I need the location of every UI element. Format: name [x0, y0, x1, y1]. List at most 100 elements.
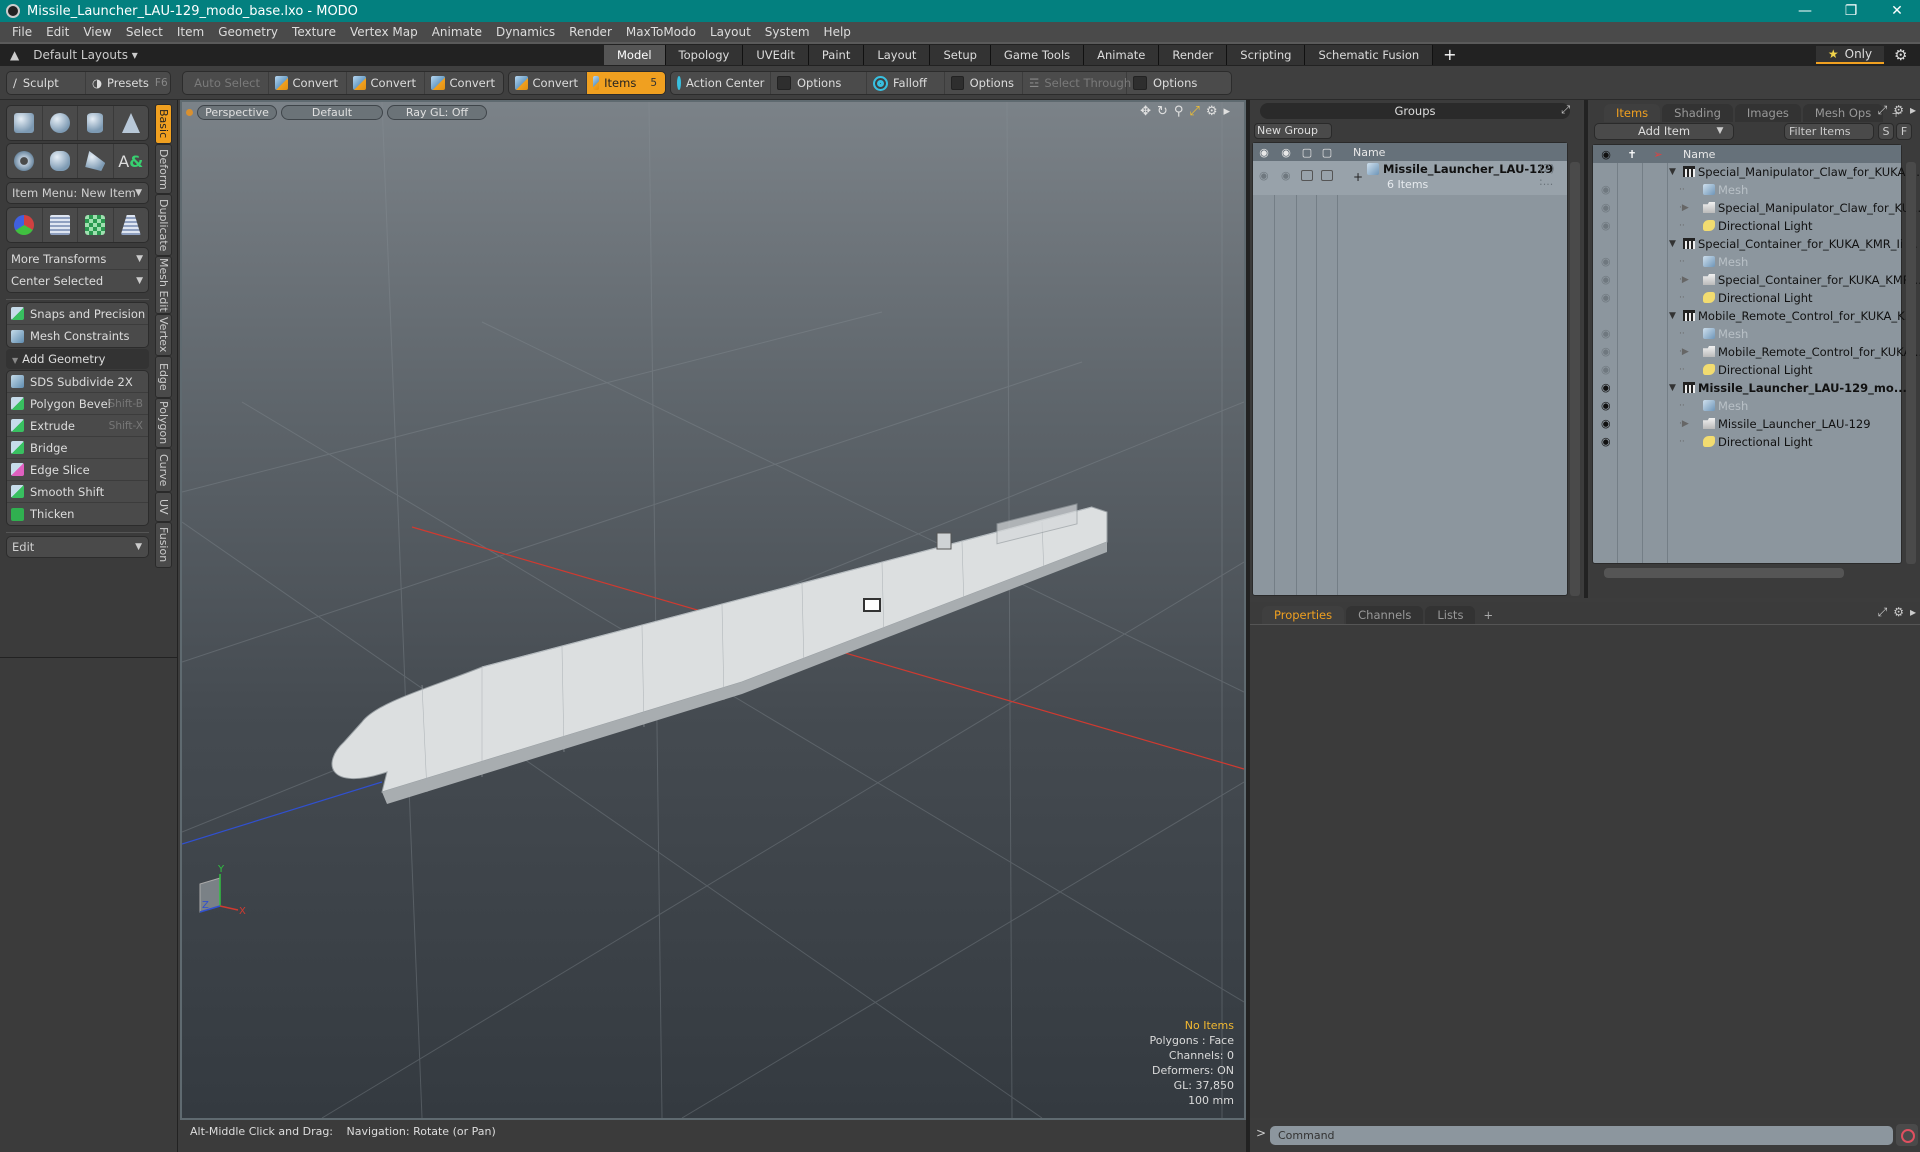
new-group-button[interactable]: New Group [1254, 123, 1332, 139]
visibility-eye-icon[interactable]: ◉ [1601, 433, 1611, 451]
fit-view-icon[interactable]: ⤢ [1189, 104, 1199, 119]
render-column-icon[interactable]: ◉ [1275, 146, 1297, 159]
minimize-button[interactable]: — [1782, 0, 1828, 22]
menu-render[interactable]: Render [569, 25, 612, 39]
visibility-eye-icon[interactable]: ◉ [1601, 343, 1611, 361]
menu-layout[interactable]: Layout [710, 25, 751, 39]
item-row[interactable]: ◉ ▼ Missile_Launcher_LAU-129_mo... [1593, 379, 1907, 397]
item-row[interactable]: ◉ ·· Mesh [1593, 325, 1901, 343]
record-macro-button[interactable] [1896, 1124, 1918, 1146]
panel-expand-icon[interactable]: ⤢ [1878, 605, 1888, 620]
item-row[interactable]: ◉ ·· Mesh [1593, 181, 1901, 199]
edge-slice-button[interactable]: Edge Slice [7, 459, 148, 481]
thicken-button[interactable]: Thicken [7, 503, 148, 525]
tab-lists[interactable]: Lists [1425, 606, 1476, 624]
more-transforms-dropdown[interactable]: More Transforms ▼ [7, 248, 148, 270]
panel-gear-icon[interactable]: ⚙ [1893, 103, 1904, 118]
panel-splitter[interactable] [1584, 100, 1588, 598]
uv-grid-button[interactable] [43, 208, 78, 242]
viewport-settings-gear-icon[interactable]: ⚙ [1206, 104, 1218, 119]
action-center-options-button[interactable]: Options [771, 72, 867, 94]
capsule-primitive-button[interactable] [43, 144, 78, 178]
menu-view[interactable]: View [83, 25, 111, 39]
only-toggle-button[interactable]: ★ Only [1816, 46, 1884, 64]
torus-primitive-button[interactable] [7, 144, 43, 178]
pen-tool-button[interactable] [78, 144, 114, 178]
item-row[interactable]: ▼ Mobile_Remote_Control_for_KUKA_K... [1593, 307, 1916, 325]
view-type-dropdown[interactable]: Perspective [197, 104, 277, 120]
group-row[interactable]: ◉ ◉ + Missile_Launcher_LAU-129 (2) :... … [1253, 161, 1567, 195]
item-row[interactable]: ◉ ·· Directional Light [1593, 433, 1901, 451]
rotate-icon[interactable]: ↻ [1157, 104, 1168, 119]
convert-edge-button[interactable]: Convert [347, 72, 425, 94]
vtab-basic[interactable]: Basic [155, 104, 172, 144]
cube-primitive-button[interactable] [7, 106, 43, 140]
collapsed-triangle-icon[interactable]: ·▶ [1679, 271, 1689, 289]
item-row[interactable]: ◉ ·· Mesh [1593, 397, 1901, 415]
sculpt-button[interactable]: ∕ Sculpt [7, 72, 86, 94]
item-row[interactable]: ◉ ·▶ Special_Manipulator_Claw_for_KU ... [1593, 199, 1920, 217]
action-center-button[interactable]: Action Center [671, 72, 771, 94]
layout-collapse-icon[interactable]: ▲ [10, 48, 19, 62]
vtab-mesh-edit[interactable]: Mesh Edit [155, 256, 172, 314]
sphere-primitive-button[interactable] [43, 106, 78, 140]
item-row[interactable]: ◉ ·· Directional Light [1593, 361, 1901, 379]
tab-mesh-ops[interactable]: Mesh Ops [1802, 104, 1884, 122]
item-row[interactable]: ▼ Special_Manipulator_Claw_for_KUKA ... [1593, 163, 1920, 181]
convert-polygon-button[interactable]: Convert [425, 72, 503, 94]
polygon-bevel-button[interactable]: Polygon Bevel Shift-B [7, 393, 148, 415]
auto-select-button[interactable]: Auto Select [183, 72, 269, 94]
menu-file[interactable]: File [12, 25, 32, 39]
name-column-header[interactable]: Name [1353, 146, 1385, 159]
layout-tab-scripting[interactable]: Scripting [1227, 45, 1306, 65]
menu-texture[interactable]: Texture [292, 25, 336, 39]
add-item-dropdown-arrow[interactable]: ▼ [1708, 123, 1732, 140]
groups-expand-icon[interactable]: ⤢ [1561, 103, 1570, 117]
mesh-constraints-button[interactable]: Mesh Constraints [7, 325, 148, 347]
select-column-icon[interactable]: ▢ [1317, 146, 1337, 159]
falloff-options-button[interactable]: Options [945, 72, 1023, 94]
lock-column-icon[interactable]: ▢ [1297, 146, 1317, 159]
visibility-eye-icon[interactable]: ◉ [1601, 253, 1611, 271]
add-geometry-section[interactable]: ▼ Add Geometry [6, 349, 149, 369]
transform-tool-button[interactable] [7, 208, 43, 242]
layout-tab-topology[interactable]: Topology [665, 45, 744, 65]
convert-vertex-button[interactable]: Convert [269, 72, 347, 94]
visibility-eye-icon[interactable]: ◉ [1601, 181, 1611, 199]
menu-system[interactable]: System [765, 25, 810, 39]
layout-tab-game-tools[interactable]: Game Tools [990, 45, 1085, 65]
text-tool-button[interactable]: A& [114, 144, 149, 178]
cylinder-primitive-button[interactable] [78, 106, 114, 140]
vtab-fusion[interactable]: Fusion [155, 522, 172, 568]
visibility-eye-icon[interactable]: ◉ [1601, 397, 1611, 415]
expand-triangle-icon[interactable]: ▼ [1669, 307, 1676, 325]
menu-help[interactable]: Help [824, 25, 851, 39]
item-row[interactable]: ◉ ·· Mesh [1593, 253, 1901, 271]
tab-properties[interactable]: Properties [1262, 606, 1345, 624]
panel-arrow-icon[interactable]: ▸ [1910, 103, 1916, 118]
add-tab-button[interactable]: + [1477, 606, 1499, 624]
item-row[interactable]: ◉ ·▶ Missile_Launcher_LAU-129 [1593, 415, 1901, 433]
expand-triangle-icon[interactable]: ▼ [1669, 235, 1676, 253]
vtab-duplicate[interactable]: Duplicate [155, 194, 172, 256]
visibility-eye-icon[interactable]: ◉ [1601, 379, 1611, 397]
visibility-eye-icon[interactable]: ◉ [1601, 325, 1611, 343]
item-row[interactable]: ◉ ·▶ Special_Container_for_KUKA_KMR ... [1593, 271, 1920, 289]
zoom-icon[interactable]: ⚲ [1174, 104, 1184, 119]
visibility-eye-icon[interactable]: ◉ [1601, 271, 1611, 289]
tab-shading[interactable]: Shading [1662, 104, 1733, 122]
group-lock-checkbox[interactable] [1301, 170, 1313, 181]
extrude-button[interactable]: Extrude Shift-X [7, 415, 148, 437]
tab-channels[interactable]: Channels [1346, 606, 1424, 624]
visibility-eye-icon[interactable]: ◉ [1601, 289, 1611, 307]
menu-animate[interactable]: Animate [432, 25, 482, 39]
viewport-options-dot[interactable] [186, 108, 193, 116]
layout-tab-setup[interactable]: Setup [930, 45, 991, 65]
item-menu-dropdown[interactable]: Item Menu: New Item ▼ [6, 182, 149, 204]
collapsed-triangle-icon[interactable]: ·▶ [1679, 415, 1689, 433]
vtab-polygon[interactable]: Polygon [155, 398, 172, 448]
layout-tab-uvedit[interactable]: UVEdit [743, 45, 809, 65]
menu-dynamics[interactable]: Dynamics [496, 25, 555, 39]
layout-tab-render[interactable]: Render [1159, 45, 1228, 65]
group-select-checkbox[interactable] [1321, 170, 1333, 181]
